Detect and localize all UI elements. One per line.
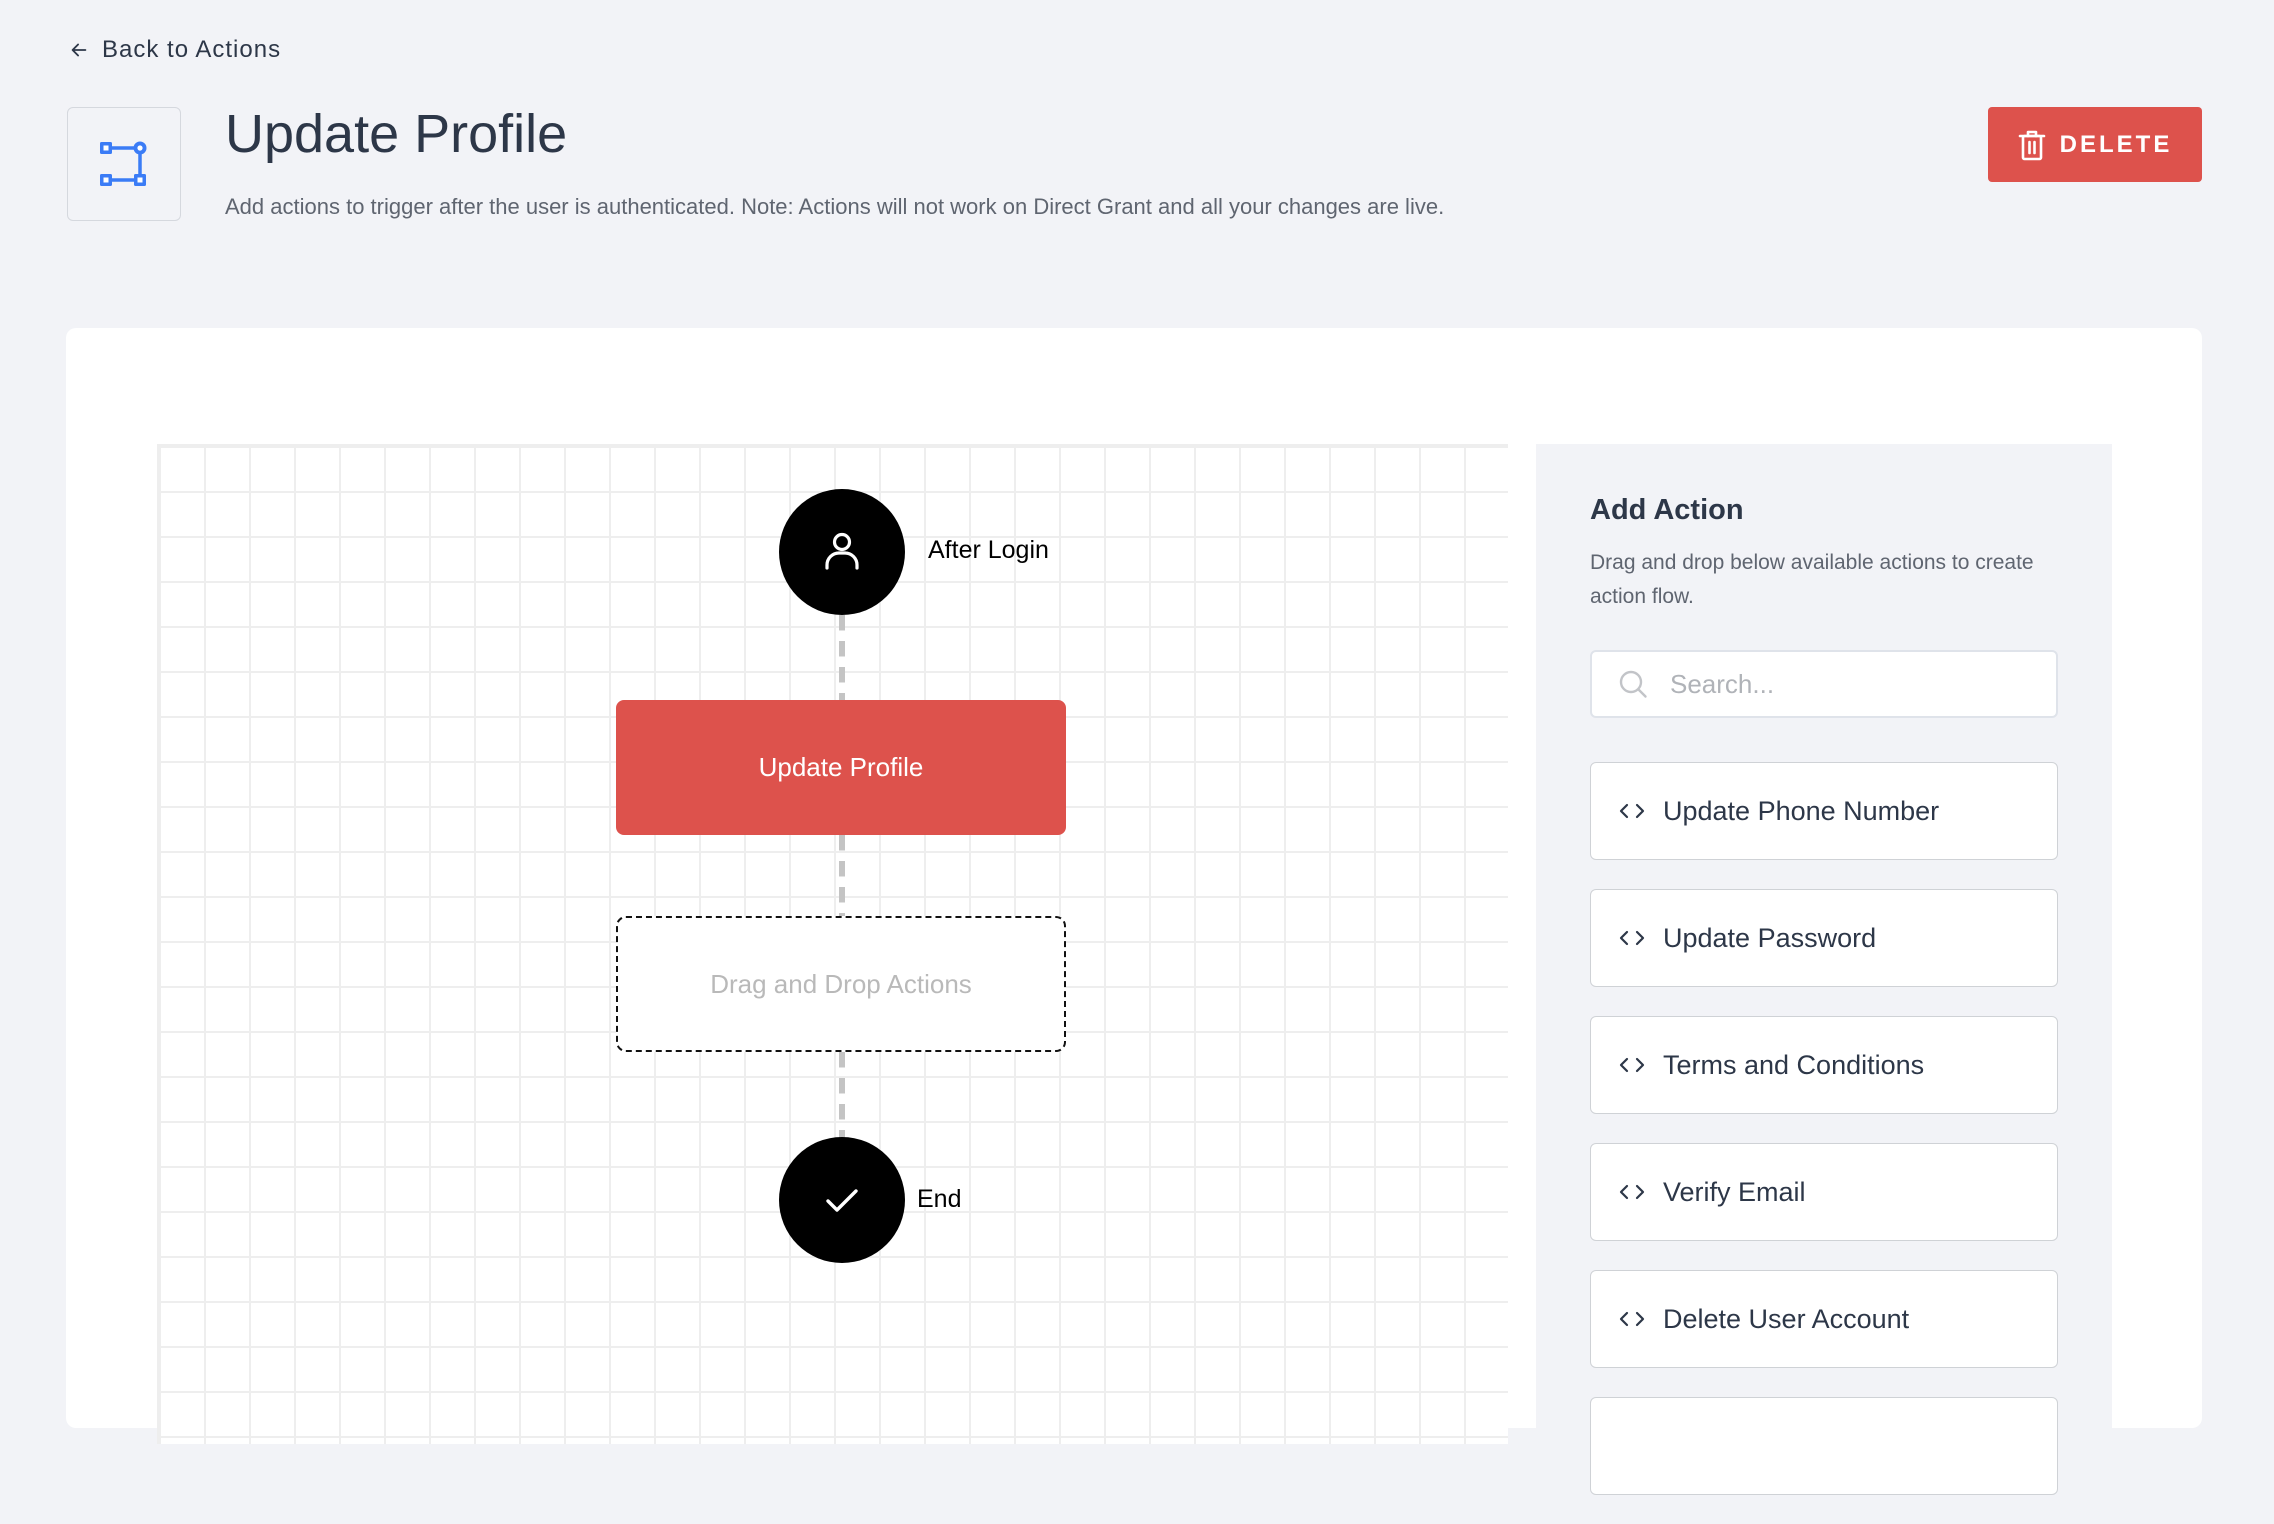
- action-item[interactable]: Terms and Conditions: [1590, 1016, 2058, 1114]
- add-action-panel: Add Action Drag and drop below available…: [1536, 444, 2112, 1495]
- header-icon-box: [67, 107, 181, 221]
- action-item[interactable]: Update Password: [1590, 889, 2058, 987]
- flow-action-node[interactable]: Update Profile: [616, 700, 1066, 835]
- start-node[interactable]: [779, 489, 905, 615]
- back-link-label: Back to Actions: [102, 36, 282, 63]
- connector-line: [839, 835, 845, 916]
- search-input[interactable]: [1668, 667, 2032, 701]
- drop-zone[interactable]: Drag and Drop Actions: [616, 916, 1066, 1052]
- user-icon: [825, 532, 859, 570]
- action-item-label: Terms and Conditions: [1663, 1049, 1925, 1080]
- delete-button[interactable]: DELETE: [1988, 107, 2202, 182]
- action-item[interactable]: Verify Email: [1590, 1143, 2058, 1241]
- code-icon: [1619, 1057, 1645, 1073]
- flow-icon: [100, 141, 147, 186]
- action-item-label: Delete User Account: [1663, 1303, 1910, 1334]
- action-item-label: Verify Email: [1663, 1176, 1806, 1207]
- page-subtitle: Add actions to trigger after the user is…: [225, 194, 1445, 219]
- action-item[interactable]: Delete User Account: [1590, 1270, 2058, 1368]
- search-icon: [1619, 670, 1647, 698]
- search-box[interactable]: [1590, 650, 2058, 718]
- panel-title: Add Action: [1590, 494, 1744, 526]
- code-icon: [1619, 930, 1645, 946]
- connector-line: [839, 1052, 845, 1138]
- check-icon: [826, 1189, 858, 1212]
- action-item[interactable]: [1590, 1397, 2058, 1495]
- start-node-label: After Login: [928, 536, 1049, 564]
- action-item[interactable]: Update Phone Number: [1590, 762, 2058, 860]
- action-item-label: Update Phone Number: [1663, 795, 1940, 826]
- back-to-actions-link[interactable]: Back to Actions: [68, 36, 281, 64]
- code-icon: [1619, 1311, 1645, 1327]
- arrow-left-icon: [71, 43, 87, 57]
- code-icon: [1619, 1184, 1645, 1200]
- action-item-label: Update Password: [1663, 922, 1877, 953]
- code-icon: [1619, 803, 1645, 819]
- delete-button-label: DELETE: [2059, 130, 2173, 158]
- end-node-label: End: [917, 1185, 962, 1213]
- panel-description: Drag and drop below available actions to…: [1590, 551, 2034, 608]
- end-node[interactable]: [779, 1137, 905, 1263]
- page-title: Update Profile: [225, 104, 568, 164]
- trash-icon: [2018, 130, 2045, 160]
- connector-line: [839, 615, 845, 700]
- action-list: Update Phone Number Update Password Term…: [1590, 762, 2058, 1524]
